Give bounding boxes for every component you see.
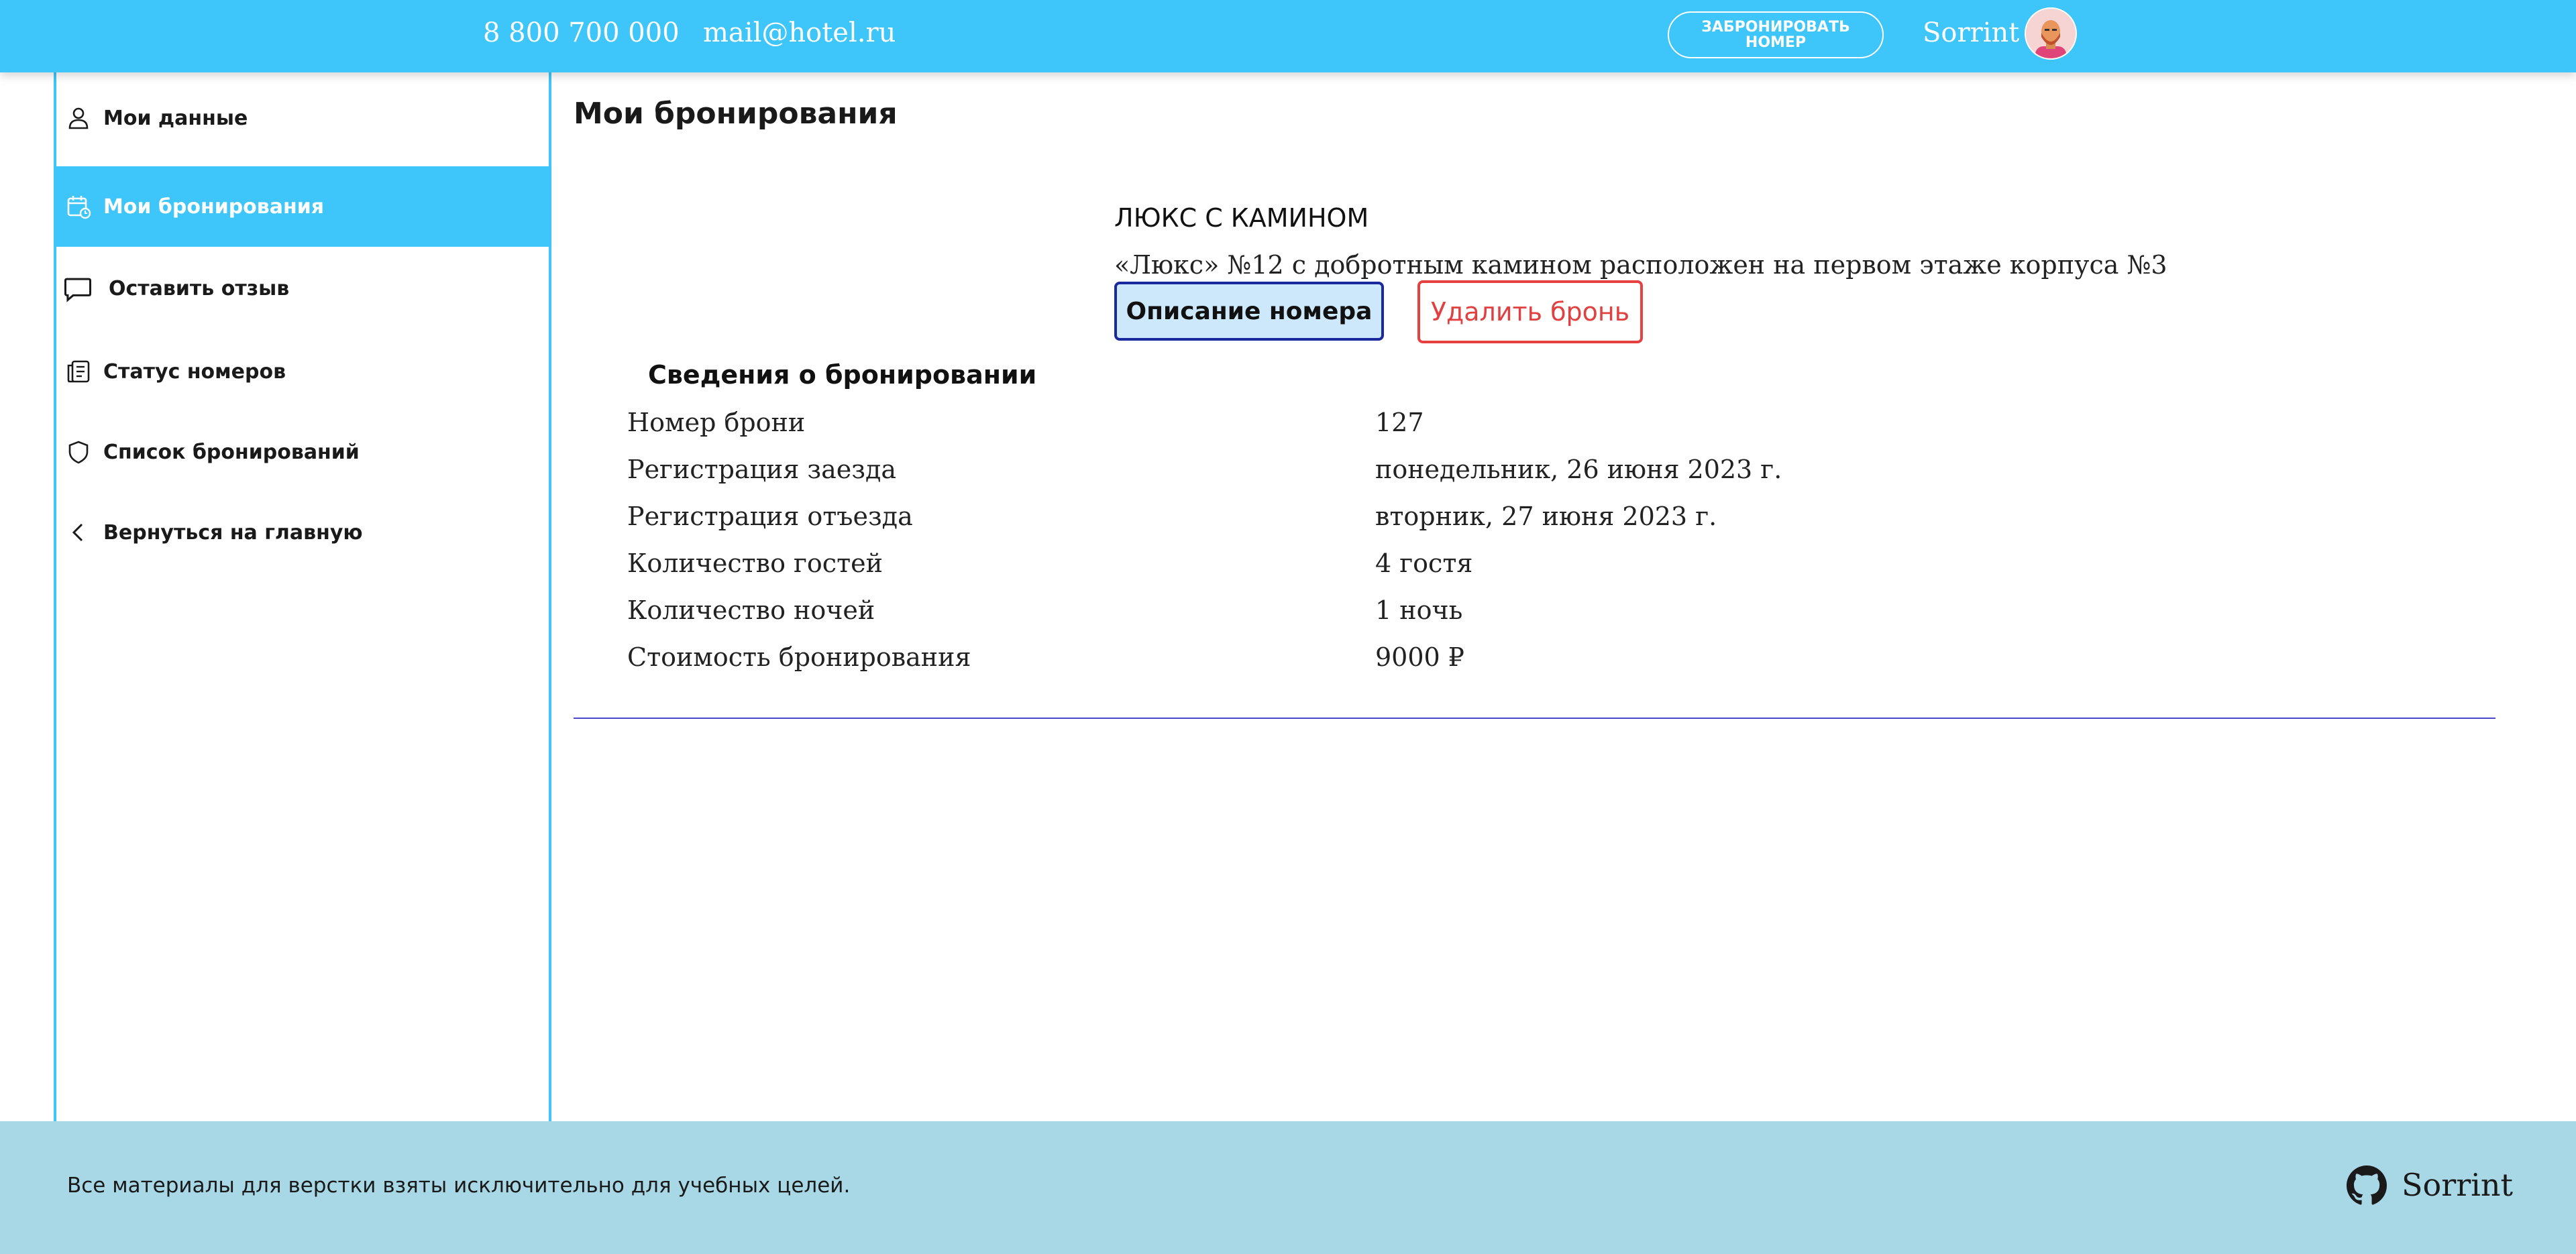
detail-label: Регистрация отъезда [627, 502, 913, 531]
booking-details-heading: Сведения о бронировании [648, 360, 1037, 390]
chat-bubble-icon [64, 278, 92, 302]
detail-value: 4 гостя [1375, 549, 1473, 578]
footer-disclaimer: Все материалы для верстки взяты исключит… [67, 1174, 851, 1198]
sidebar-item-label: Мои бронирования [103, 194, 325, 219]
sidebar-item-back-home[interactable]: Вернуться на главную [56, 492, 549, 573]
detail-value: понедельник, 26 июня 2023 г. [1375, 455, 1782, 484]
shield-icon [68, 441, 89, 464]
sidebar: Мои данные Мои бронирования Оставить отз… [54, 72, 551, 1121]
detail-label: Регистрация заезда [627, 455, 897, 484]
sidebar-item-bookings-list[interactable]: Список бронирований [56, 412, 549, 492]
sidebar-item-label: Мои данные [103, 106, 248, 130]
delete-booking-button[interactable]: Удалить бронь [1417, 280, 1643, 343]
book-room-button-line2: НОМЕР [1745, 34, 1807, 51]
detail-label: Стоимость бронирования [627, 642, 971, 672]
sidebar-item-label: Оставить отзыв [109, 276, 290, 300]
sidebar-item-room-status[interactable]: Статус номеров [56, 331, 549, 412]
detail-label: Количество гостей [627, 549, 883, 578]
sidebar-item-label: Список бронирований [103, 440, 360, 464]
github-username-link[interactable]: Sorrint [2402, 1167, 2513, 1203]
detail-value: 127 [1375, 408, 1424, 437]
detail-value: вторник, 27 июня 2023 г. [1375, 502, 1717, 531]
room-description-button[interactable]: Описание номера [1114, 282, 1384, 341]
github-icon[interactable] [2347, 1165, 2387, 1206]
detail-label: Количество ночей [627, 595, 875, 625]
chevron-left-icon [72, 523, 83, 542]
calendar-icon [67, 196, 91, 219]
document-list-icon [67, 360, 90, 383]
phone-number[interactable]: 8 800 700 000 [483, 17, 680, 48]
sidebar-item-label: Статус номеров [103, 359, 286, 384]
header: 8 800 700 000 mail@hotel.ru ЗАБРОНИРОВАТ… [0, 0, 2576, 72]
sidebar-item-leave-review[interactable]: Оставить отзыв [56, 248, 549, 329]
sidebar-item-my-data[interactable]: Мои данные [56, 78, 549, 158]
username[interactable]: Sorrint [1923, 17, 2019, 48]
room-description: «Люкс» №12 с добротным камином расположе… [1114, 250, 2167, 280]
email-link[interactable]: mail@hotel.ru [703, 17, 896, 48]
sidebar-item-my-bookings[interactable]: Мои бронирования [56, 166, 549, 247]
footer: Все материалы для верстки взяты исключит… [0, 1121, 2576, 1254]
booking-divider [574, 718, 2496, 719]
sidebar-item-label: Вернуться на главную [103, 520, 363, 545]
book-room-button[interactable]: ЗАБРОНИРОВАТЬ НОМЕР [1668, 11, 1884, 58]
room-title: ЛЮКС С КАМИНОМ [1114, 203, 1369, 233]
book-room-button-line1: ЗАБРОНИРОВАТЬ [1701, 19, 1850, 36]
avatar-illustration [2026, 9, 2076, 58]
avatar[interactable] [2025, 7, 2077, 60]
detail-label: Номер брони [627, 408, 806, 437]
page-title: Мои бронирования [574, 97, 898, 131]
detail-value: 9000 ₽ [1375, 642, 1464, 672]
user-icon [68, 107, 89, 129]
detail-value: 1 ночь [1375, 595, 1463, 625]
